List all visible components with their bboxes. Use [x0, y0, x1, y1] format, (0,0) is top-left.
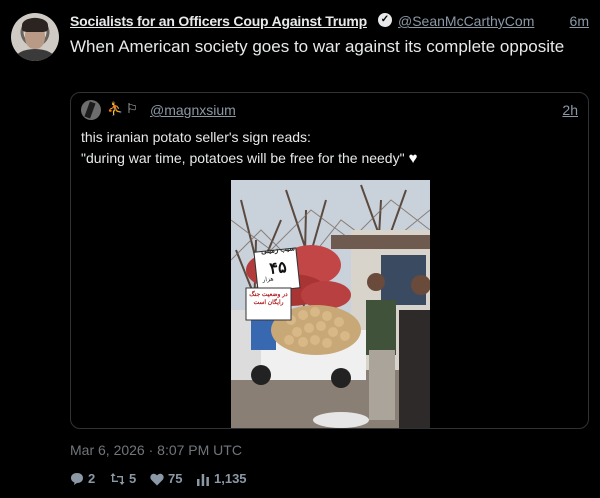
avatar-hair	[22, 18, 48, 32]
tweet-text: When American society goes to war agains…	[70, 37, 565, 56]
avatar-shirt	[15, 49, 55, 61]
blue-emoji-icon: ⛹	[107, 101, 124, 116]
reply-count: 2	[88, 471, 96, 486]
quoted-tweet-text: this iranian potato seller's sign reads:…	[81, 127, 581, 169]
quoted-tweet-time[interactable]: 2h	[562, 102, 578, 118]
retweet-stat[interactable]: 5	[110, 471, 136, 486]
quoted-author-handle[interactable]: @magnxsium	[150, 102, 236, 118]
quoted-text-line-2-text: "during war time, potatoes will be free …	[81, 150, 405, 166]
quoted-text-line-2: "during war time, potatoes will be free …	[81, 148, 581, 169]
retweet-icon	[110, 473, 125, 485]
verified-badge-icon: ✓	[378, 13, 392, 27]
tweet-timestamp[interactable]: Mar 6, 2026 · 8:07 PM UTC	[70, 442, 242, 458]
like-stat[interactable]: 75	[150, 471, 182, 486]
quoted-tweet-image[interactable]: سیب زمینی ۴۵ هزار در وضعیت جنگ رایگان اس…	[231, 180, 430, 428]
like-icon	[150, 473, 164, 486]
quoted-tweet[interactable]: ⛹ ⚐ @magnxsium 2h this iranian potato se…	[70, 92, 589, 429]
sign-bottom-text: در وضعیت جنگ رایگان است	[249, 292, 288, 306]
views-stat[interactable]: 1,135	[196, 471, 247, 486]
quoted-author-avatar[interactable]	[81, 100, 101, 120]
retweet-count: 5	[129, 471, 137, 486]
tweet-header: Socialists for an Officers Coup Against …	[70, 13, 590, 33]
like-count: 75	[168, 471, 183, 486]
flag-emoji-icon: ⚐	[126, 101, 138, 116]
tweet-time[interactable]: 6m	[570, 13, 589, 29]
reply-stat[interactable]: 2	[70, 471, 95, 486]
quoted-text-line-1: this iranian potato seller's sign reads:	[81, 129, 311, 145]
author-display-name[interactable]: Socialists for an Officers Coup Against …	[70, 13, 367, 29]
author-handle[interactable]: @SeanMcCarthyCom	[398, 13, 534, 29]
views-count: 1,135	[214, 471, 247, 486]
author-avatar[interactable]	[11, 13, 59, 61]
heart-icon: ♥	[408, 150, 418, 167]
reply-icon	[71, 473, 83, 485]
views-icon	[197, 474, 209, 486]
